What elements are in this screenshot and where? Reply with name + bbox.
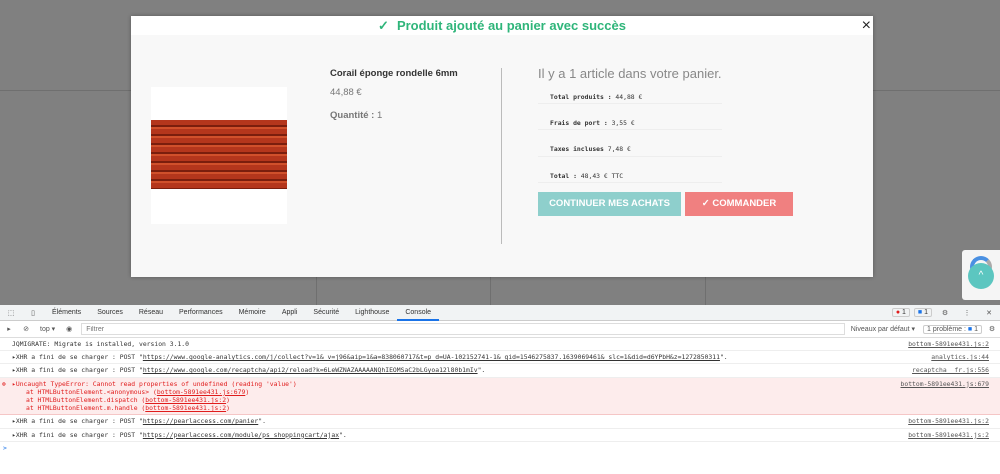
url-link[interactable]: https://www.google-analytics.com/j/colle… [143, 353, 720, 361]
product-image [151, 87, 287, 224]
eye-icon[interactable]: ◉ [61, 325, 77, 333]
tab-sources[interactable]: Sources [89, 305, 131, 321]
stack-link[interactable]: bottom-5891ee431.js:2 [145, 396, 226, 404]
filter-input[interactable] [81, 323, 845, 335]
check-icon: ✓ [378, 18, 389, 33]
taxes: Taxes incluses 7,48 € [538, 143, 722, 157]
console-settings-icon[interactable]: ⚙ [984, 325, 1000, 333]
scroll-to-top-button[interactable]: ^ [968, 263, 994, 289]
console-message[interactable]: ▸XHR a fini de se charger : POST "https:… [0, 415, 1000, 429]
stack-link[interactable]: bottom-5891ee431.js:2 [145, 404, 226, 412]
total-products: Total produits : 44,88 € [538, 91, 722, 105]
check-icon: ✓ [701, 198, 713, 209]
webpage-background: ✓ Produit ajouté au panier avec succès × … [0, 0, 1000, 305]
device-toolbar-icon[interactable]: ▯ [22, 309, 44, 317]
clear-console-icon[interactable]: ⊘ [18, 325, 34, 333]
total: Total : 48,43 € TTC [538, 170, 722, 183]
error-icon: ⊗ [2, 379, 6, 388]
source-link[interactable]: recaptcha__fr.js:556 [912, 366, 989, 374]
cart-count-title: Il y a 1 article dans votre panier. [538, 66, 722, 81]
url-link[interactable]: https://pearlaccess.com/panier [143, 417, 258, 425]
source-link[interactable]: analytics.js:44 [931, 353, 989, 361]
console-message[interactable]: ▸XHR a fini de se charger : POST "https:… [0, 364, 1000, 378]
more-options-icon[interactable]: ⋮ [956, 309, 978, 317]
error-count-badge[interactable]: ● 1 [891, 308, 910, 317]
tab-console[interactable]: Console [397, 305, 440, 321]
source-link[interactable]: bottom-5891ee431.js:2 [908, 340, 989, 348]
inspect-icon[interactable]: ⬚ [0, 309, 22, 317]
success-title: Produit ajouté au panier avec succès [396, 18, 626, 33]
product-price: 44,88 € [330, 87, 362, 98]
cart-summary: Il y a 1 article dans votre panier. Tota… [538, 66, 722, 196]
message-count-badge[interactable]: ■ 1 [913, 308, 932, 317]
source-link[interactable]: bottom-5891ee431.js:679 [901, 380, 990, 388]
log-levels-select[interactable]: Niveaux par défaut ▾ [851, 325, 915, 333]
tab-network[interactable]: Réseau [131, 305, 171, 321]
continue-shopping-button[interactable]: CONTINUER MES ACHATS [538, 192, 681, 216]
shipping-cost: Frais de port : 3,55 € [538, 117, 722, 131]
settings-icon[interactable]: ⚙ [934, 309, 956, 317]
console-message: JQMIGRATE: Migrate is installed, version… [0, 338, 1000, 352]
close-devtools-icon[interactable]: ✕ [978, 309, 1000, 317]
tab-performance[interactable]: Performances [171, 305, 231, 321]
tab-security[interactable]: Sécurité [305, 305, 347, 321]
console-toolbar: ▸ ⊘ top ▾ ◉ Niveaux par défaut ▾ 1 probl… [0, 321, 1000, 338]
stack-link[interactable]: bottom-5891ee431.js:679 [157, 388, 246, 396]
console-message[interactable]: ▸XHR a fini de se charger : POST "https:… [0, 351, 1000, 365]
devtools-panel: ⬚ ▯ Éléments Sources Réseau Performances… [0, 305, 1000, 474]
modal-header: ✓ Produit ajouté au panier avec succès [131, 16, 873, 35]
devtools-tabs: ⬚ ▯ Éléments Sources Réseau Performances… [0, 305, 1000, 321]
console-prompt[interactable]: > [0, 442, 1000, 454]
console-message[interactable]: ▸XHR a fini de se charger : POST "https:… [0, 429, 1000, 442]
tab-memory[interactable]: Mémoire [231, 305, 274, 321]
divider [501, 68, 502, 244]
close-button[interactable]: × [862, 17, 871, 35]
product-name: Corail éponge rondelle 6mm [330, 68, 458, 79]
add-to-cart-modal: ✓ Produit ajouté au panier avec succès × … [131, 16, 873, 277]
product-quantity: Quantité : 1 [330, 110, 383, 121]
source-link[interactable]: bottom-5891ee431.js:2 [908, 431, 989, 439]
source-link[interactable]: bottom-5891ee431.js:2 [908, 417, 989, 425]
product-info: Corail éponge rondelle 6mm 44,88 € Quant… [330, 68, 458, 121]
tab-application[interactable]: Appli [274, 305, 306, 321]
url-link[interactable]: https://pearlaccess.com/module/ps_shoppi… [143, 431, 339, 439]
console-error[interactable]: ⊗ ▸Uncaught TypeError: Cannot read proper… [0, 377, 1000, 416]
order-button[interactable]: ✓ COMMANDER [685, 192, 793, 216]
issues-button[interactable]: 1 problème : ■ 1 [923, 324, 982, 334]
tab-lighthouse[interactable]: Lighthouse [347, 305, 397, 321]
sidebar-toggle-icon[interactable]: ▸ [0, 325, 18, 333]
context-select[interactable]: top ▾ [40, 325, 55, 333]
tab-elements[interactable]: Éléments [44, 305, 89, 321]
url-link[interactable]: https://www.google.com/recaptcha/api2/re… [143, 366, 478, 374]
